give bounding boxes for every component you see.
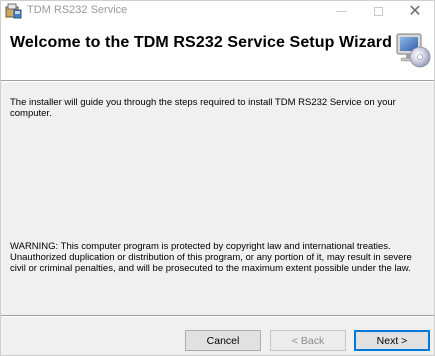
close-button[interactable]: ✕ — [397, 1, 433, 22]
footer-divider — [1, 315, 434, 317]
window-title: TDM RS232 Service — [27, 4, 128, 16]
copyright-warning: WARNING: This computer program is protec… — [10, 241, 412, 274]
next-button[interactable]: Next > — [354, 330, 430, 351]
title-bar[interactable]: TDM RS232 Service ✕ — [1, 1, 434, 22]
header-banner: Welcome to the TDM RS232 Service Setup W… — [1, 22, 434, 80]
installer-icon — [5, 3, 22, 19]
maximize-button[interactable] — [360, 1, 396, 22]
close-icon: ✕ — [408, 2, 422, 20]
minimize-button[interactable] — [323, 1, 359, 22]
setup-wizard-window: TDM RS232 Service ✕ Welcome to the TDM R… — [0, 0, 435, 356]
intro-text: The installer will guide you through the… — [10, 97, 396, 119]
page-title: Welcome to the TDM RS232 Service Setup W… — [10, 34, 392, 51]
banner-divider — [1, 80, 434, 82]
computer-cd-icon — [396, 33, 431, 68]
back-button[interactable]: < Back — [270, 330, 346, 351]
cancel-button[interactable]: Cancel — [185, 330, 261, 351]
maximize-icon — [373, 7, 383, 16]
minimize-icon — [336, 11, 346, 12]
